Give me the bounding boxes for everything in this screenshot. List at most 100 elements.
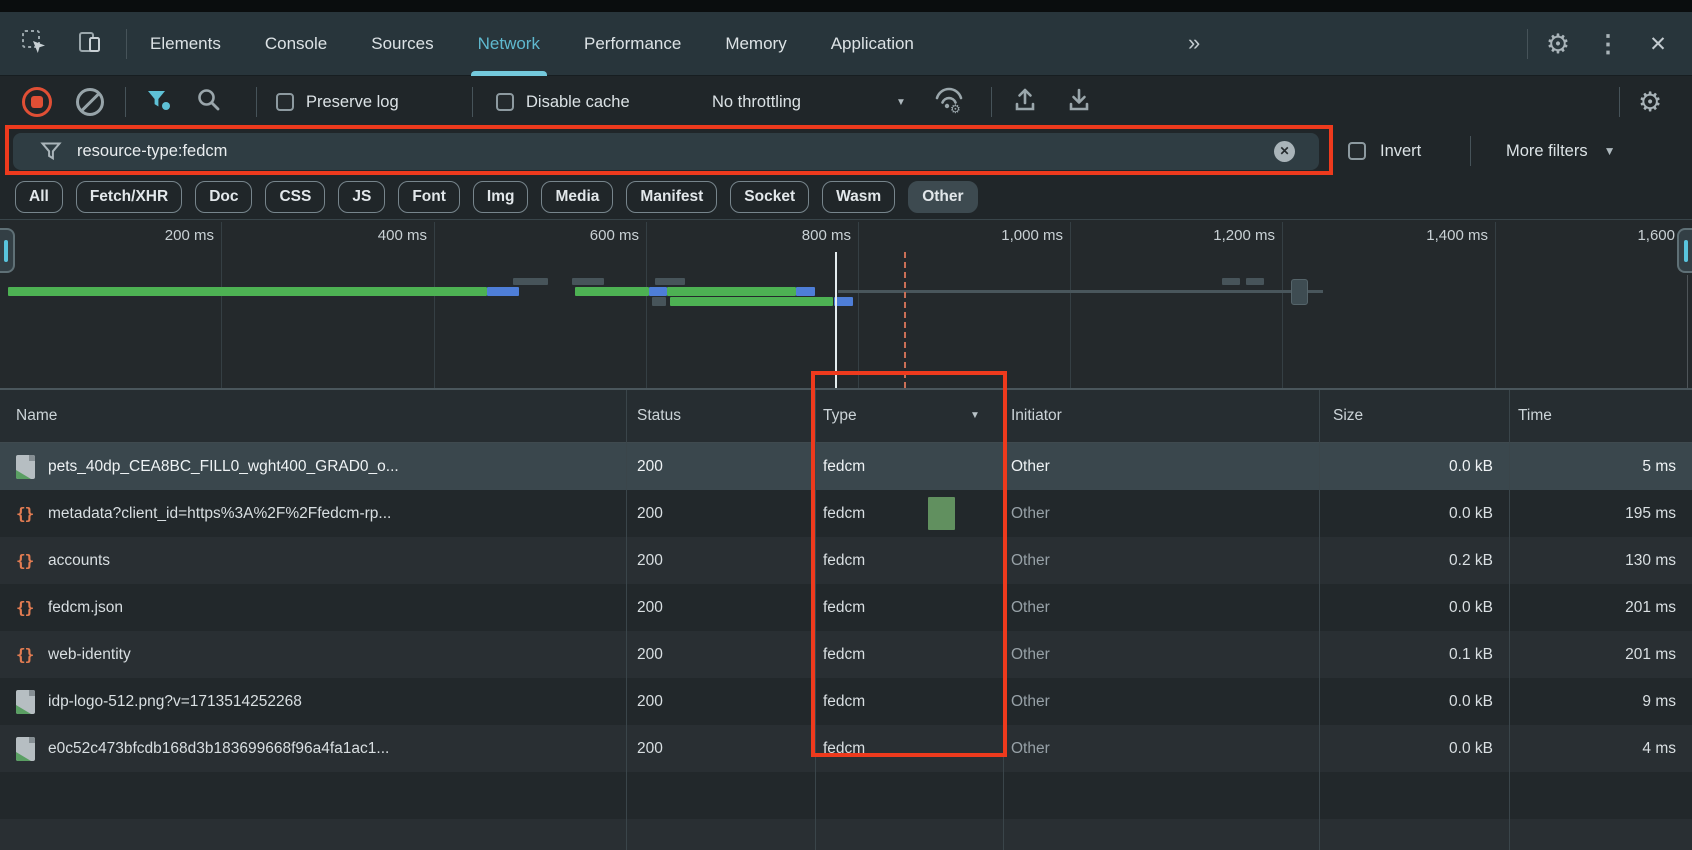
toolbar-divider [1527, 29, 1528, 59]
disable-cache-label: Disable cache [526, 93, 630, 112]
kebab-menu-icon: ⋮ [1596, 30, 1620, 59]
filter-chip-css[interactable]: CSS [265, 181, 325, 213]
filter-chip-wasm[interactable]: Wasm [822, 181, 895, 213]
image-file-icon [16, 690, 35, 714]
request-size: 0.0 kB [1449, 443, 1493, 490]
filter-chip-fetchxhr[interactable]: Fetch/XHR [76, 181, 182, 213]
request-time: 201 ms [1625, 584, 1676, 631]
timeline-tick-label: 1,400 ms [1426, 224, 1488, 248]
menu-button[interactable]: ⋮ [1588, 24, 1628, 64]
tab-application[interactable]: Application [809, 12, 936, 76]
column-header-name[interactable]: Name [16, 390, 57, 442]
request-name: accounts [48, 537, 110, 584]
filter-chip-doc[interactable]: Doc [195, 181, 252, 213]
request-size: 0.0 kB [1449, 490, 1493, 537]
resource-type-filter-row: All Fetch/XHR Doc CSS JS Font Img Media Manifest… [0, 174, 1692, 220]
column-divider[interactable] [1509, 390, 1510, 850]
waterfall-bar-line [1308, 290, 1323, 293]
timeline-tick-label: 400 ms [378, 224, 427, 248]
more-tabs-button[interactable]: » [1188, 12, 1198, 76]
clear-network-log-button[interactable] [76, 76, 104, 128]
search-button[interactable] [196, 76, 221, 128]
devtools-window: ElementsConsoleSourcesNetworkPerformance… [0, 0, 1692, 850]
network-settings-button[interactable]: ⚙ [1638, 76, 1662, 128]
type-column-annotation-box [811, 371, 1007, 757]
waterfall-bar-blue [649, 287, 667, 296]
toolbar-divider [1619, 87, 1620, 117]
json-file-icon: {} [16, 644, 40, 666]
column-header-size[interactable]: Size [1333, 390, 1363, 442]
clear-icon [76, 88, 104, 116]
filter-chip-font[interactable]: Font [398, 181, 460, 213]
close-devtools-button[interactable]: ✕ [1638, 24, 1678, 64]
filter-chip-media[interactable]: Media [541, 181, 613, 213]
json-file-icon: {} [16, 550, 40, 572]
tab-network[interactable]: Network [456, 12, 562, 76]
column-header-initiator[interactable]: Initiator [1011, 390, 1062, 442]
more-filters-dropdown[interactable]: More filters ▼ [1506, 128, 1616, 174]
network-conditions-button[interactable]: ⚙ [932, 76, 966, 128]
network-overview-timeline[interactable]: 200 ms400 ms600 ms800 ms1,000 ms1,200 ms… [0, 220, 1692, 390]
filter-chip-other[interactable]: Other [908, 181, 977, 213]
throttling-dropdown-caret[interactable]: ▼ [896, 76, 906, 128]
settings-button[interactable]: ⚙ [1538, 24, 1578, 64]
column-header-status[interactable]: Status [637, 390, 681, 442]
filter-chip-img[interactable]: Img [473, 181, 529, 213]
filter-chip-all[interactable]: All [15, 181, 63, 213]
devtools-tab-bar: ElementsConsoleSourcesNetworkPerformance… [0, 12, 1692, 76]
tab-memory[interactable]: Memory [703, 12, 808, 76]
timeline-tick-label: 200 ms [165, 224, 214, 248]
device-toolbar-button[interactable] [70, 24, 110, 64]
tab-elements[interactable]: Elements [128, 12, 243, 76]
request-size: 0.0 kB [1449, 678, 1493, 725]
throttling-dropdown[interactable]: No throttling [712, 76, 801, 128]
import-har-button[interactable] [1012, 76, 1038, 128]
tab-sources[interactable]: Sources [349, 12, 455, 76]
request-initiator: Other [1011, 584, 1050, 631]
grip-handle-icon [1684, 240, 1688, 262]
empty-row-stripe [0, 772, 1692, 819]
waterfall-bar-green [575, 287, 649, 296]
waterfall-bar-gray [513, 278, 548, 285]
gear-icon: ⚙ [1638, 87, 1662, 118]
inspect-element-button[interactable] [14, 24, 54, 64]
filter-chip-socket[interactable]: Socket [730, 181, 809, 213]
overview-left-grip[interactable] [0, 228, 15, 273]
record-network-log-button[interactable] [22, 76, 52, 128]
disable-cache-checkbox[interactable]: Disable cache [496, 76, 630, 128]
invert-checkbox[interactable]: Invert [1348, 128, 1421, 174]
filter-chip-manifest[interactable]: Manifest [626, 181, 717, 213]
invert-label: Invert [1380, 142, 1421, 161]
toolbar-divider [125, 87, 126, 117]
column-divider[interactable] [1319, 390, 1320, 850]
column-divider[interactable] [626, 390, 627, 850]
overview-edge-line [1687, 275, 1688, 388]
chevron-down-icon: ▼ [1604, 144, 1616, 158]
tab-console[interactable]: Console [243, 12, 349, 76]
request-time: 5 ms [1642, 443, 1676, 490]
request-name: fedcm.json [48, 584, 123, 631]
svg-text:⚙: ⚙ [950, 102, 961, 114]
json-file-icon: {} [16, 503, 40, 525]
filter-toggle-button[interactable] [145, 76, 172, 128]
image-file-icon [16, 737, 35, 761]
export-har-button[interactable] [1066, 76, 1092, 128]
timeline-gridline [434, 222, 435, 388]
chevron-down-icon: ▼ [896, 97, 906, 108]
json-file-icon: {} [16, 597, 40, 619]
checkbox-icon [496, 93, 514, 111]
overview-right-grip[interactable] [1677, 228, 1692, 273]
filter-chip-js[interactable]: JS [338, 181, 385, 213]
empty-row-stripe [0, 819, 1692, 850]
request-time: 130 ms [1625, 537, 1676, 584]
timeline-tick-label: 600 ms [590, 224, 639, 248]
tab-performance[interactable]: Performance [562, 12, 703, 76]
waterfall-bar-gray [1246, 278, 1264, 285]
request-initiator: Other [1011, 725, 1050, 772]
image-file-icon [16, 455, 35, 479]
timeline-gridline [646, 222, 647, 388]
request-initiator: Other [1011, 678, 1050, 725]
preserve-log-checkbox[interactable]: Preserve log [276, 76, 399, 128]
column-header-time[interactable]: Time [1518, 390, 1552, 442]
more-filters-label: More filters [1506, 142, 1588, 161]
